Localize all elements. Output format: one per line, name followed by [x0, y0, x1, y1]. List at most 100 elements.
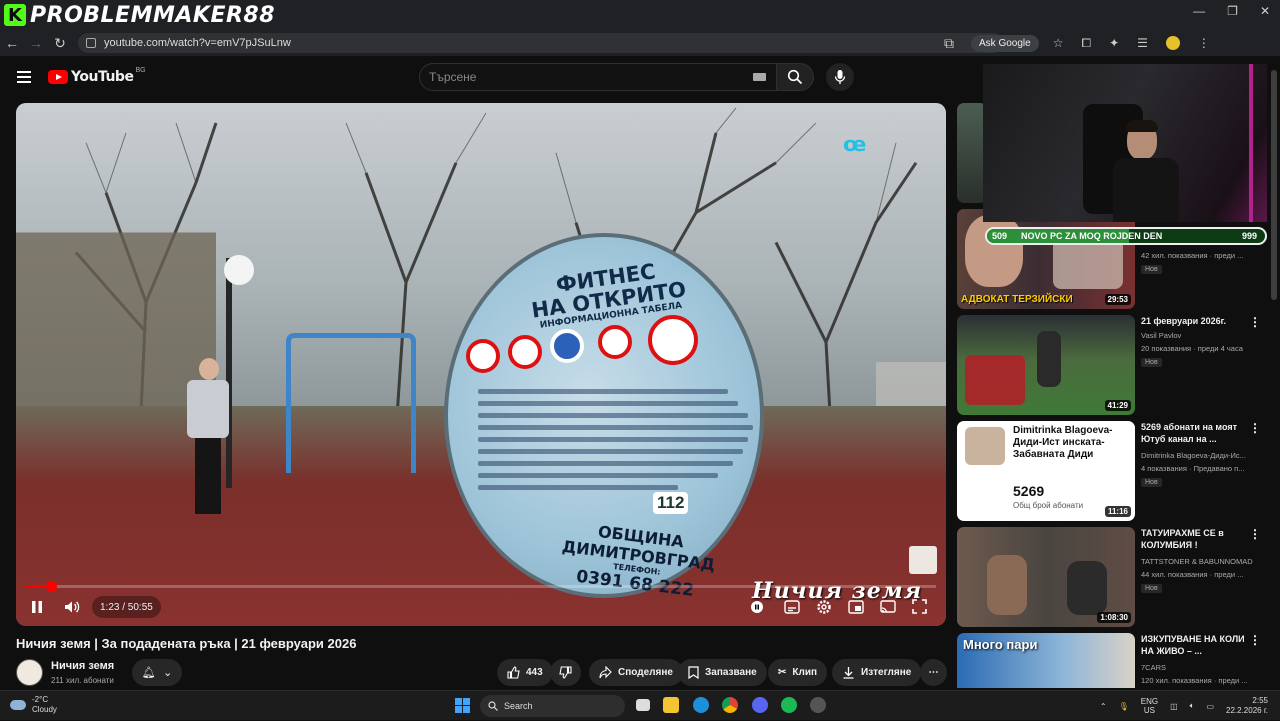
- more-options-icon[interactable]: ⋮: [1249, 527, 1261, 541]
- pause-icon[interactable]: [30, 600, 44, 614]
- search-icon: [787, 69, 803, 85]
- subtitles-icon[interactable]: [784, 600, 800, 614]
- speaker-icon[interactable]: 🔈︎: [1190, 701, 1195, 711]
- streamer-name: PROBLEMMAKER88: [30, 2, 276, 28]
- video-thumbnail[interactable]: Dimitrinka Blagoeva-Диди-Ист инската-Заб…: [957, 421, 1135, 521]
- volume-icon[interactable]: [64, 599, 80, 615]
- recommendation-item[interactable]: АДВОКАТ ТЕРЗИЙСКИ 29:53 42 хил. показван…: [957, 209, 1267, 309]
- video-meta: 120 хил. показвания · преди ...: [1141, 676, 1248, 685]
- spotify-icon[interactable]: [781, 697, 797, 713]
- fullscreen-icon[interactable]: [912, 599, 927, 614]
- thumbnail-caption: Много пари: [963, 637, 1038, 652]
- streamer-brand: K PROBLEMMAKER88: [0, 0, 275, 30]
- taskbar-search[interactable]: Search: [480, 695, 625, 717]
- stream-overlay-header: K PROBLEMMAKER88 — ❐ ✕: [0, 0, 1280, 30]
- no-walking-icon: [508, 335, 542, 369]
- voice-search-button[interactable]: [826, 63, 854, 91]
- progress-bar[interactable]: [26, 581, 936, 592]
- network-icon[interactable]: ◫: [1170, 702, 1178, 711]
- download-button[interactable]: Изтегляне: [832, 659, 922, 686]
- new-badge: Нов: [1141, 584, 1162, 593]
- chrome-icon[interactable]: [722, 697, 738, 713]
- page-scrollbar[interactable]: [1271, 70, 1277, 300]
- search-input[interactable]: Търсене: [419, 63, 777, 91]
- window-controls: — ❐ ✕: [1193, 4, 1270, 18]
- mic-tray-icon[interactable]: 🎙︎: [1119, 702, 1129, 711]
- system-clock[interactable]: 2:55 22.2.2026 г.: [1226, 696, 1268, 716]
- discord-icon[interactable]: [752, 697, 768, 713]
- profile-avatar-icon[interactable]: [1165, 35, 1180, 50]
- microphone-icon: [834, 70, 846, 84]
- like-button[interactable]: 443: [497, 659, 553, 686]
- more-horizontal-icon: ⋯: [928, 667, 939, 678]
- extensions-icon[interactable]: ⧠: [1081, 36, 1091, 51]
- channel-name[interactable]: Ничия земя: [51, 660, 114, 672]
- favorites-icon[interactable]: ✦: [1109, 36, 1119, 51]
- forward-icon[interactable]: →: [24, 35, 48, 51]
- video-thumbnail[interactable]: 41:29: [957, 315, 1135, 415]
- notification-bell-button[interactable]: 🔔︎ ⌄: [132, 659, 182, 686]
- battery-icon[interactable]: ▭: [1206, 702, 1214, 711]
- menu-kebab-icon[interactable]: ⋮: [1198, 36, 1210, 51]
- weather-widget[interactable]: -2°C Cloudy: [10, 695, 57, 715]
- scrubber-handle[interactable]: [45, 581, 57, 592]
- obs-icon[interactable]: [810, 697, 826, 713]
- card-label: Общ брой абонати: [1013, 501, 1084, 510]
- video-thumbnail[interactable]: 1:08:30: [957, 527, 1135, 627]
- restore-icon[interactable]: ❐: [1227, 4, 1238, 18]
- video-watermark: Ничия земя: [752, 578, 923, 604]
- minimize-icon[interactable]: —: [1193, 4, 1205, 18]
- video-title: ИЗКУПУВАНЕ НА КОЛИ НА ЖИВО – ...: [1141, 634, 1245, 656]
- cast-tv-icon[interactable]: [880, 600, 896, 614]
- more-actions-button[interactable]: ⋯: [920, 659, 947, 686]
- clip-button[interactable]: ✂ Клип: [768, 659, 828, 686]
- more-options-icon[interactable]: ⋮: [1249, 315, 1261, 329]
- recommendation-item[interactable]: Dimitrinka Blagoeva-Диди-Ист инската-Заб…: [957, 421, 1267, 521]
- video-meta: 4 показвания · Предавано п...: [1141, 464, 1245, 473]
- language-indicator[interactable]: ENG US: [1141, 697, 1158, 715]
- more-options-icon[interactable]: ⋮: [1249, 633, 1261, 647]
- ask-google-button[interactable]: Ask Google: [971, 34, 1039, 52]
- channel-name: Vasil Pavlov: [1141, 331, 1182, 340]
- guide-menu-icon[interactable]: [17, 71, 31, 83]
- save-button[interactable]: Запазване: [678, 659, 767, 686]
- youtube-play-icon: [48, 70, 68, 84]
- system-tray: ⌃ 🎙︎ ENG US ◫ 🔈︎ ▭ 2:55 22.2.2026 г.: [1100, 691, 1280, 721]
- channel-avatar[interactable]: [16, 659, 43, 686]
- back-icon[interactable]: ←: [0, 35, 24, 51]
- reading-list-icon[interactable]: ☰: [1137, 36, 1148, 51]
- new-badge: Нов: [1141, 478, 1162, 487]
- chevron-down-icon: ⌄: [163, 667, 173, 679]
- reload-icon[interactable]: ↻: [48, 35, 72, 52]
- edge-icon[interactable]: [693, 697, 709, 713]
- video-player[interactable]: ꟹ ФИТНЕС НА ОТКРИТО ИНФОРМАЦИОННА ТАБЕЛА…: [16, 103, 946, 626]
- browser-toolbar: ← → ↻ youtube.com/watch?v=emV7pJSuLnw ⧉ …: [0, 30, 1280, 56]
- task-view-icon[interactable]: [636, 699, 650, 711]
- file-explorer-icon[interactable]: [663, 697, 679, 713]
- weather-condition: Cloudy: [32, 705, 57, 714]
- streamer: [1113, 120, 1183, 222]
- autoplay-toggle-icon[interactable]: [750, 600, 764, 614]
- bookmark-star-icon[interactable]: ☆: [1053, 36, 1064, 51]
- share-button[interactable]: Споделяне: [589, 659, 683, 686]
- video-thumbnail[interactable]: Много пари: [957, 633, 1135, 688]
- tray-overflow-chevron-icon[interactable]: ⌃: [1100, 702, 1107, 711]
- dislike-button[interactable]: [550, 659, 581, 686]
- recommendation-item[interactable]: 41:29 21 февруари 2026г. Vasil Pavlov 20…: [957, 315, 1267, 415]
- start-button-icon[interactable]: [455, 698, 470, 713]
- emergency-number: 112: [653, 492, 689, 514]
- recommendation-item[interactable]: 1:08:30 ТАТУИРАХМЕ СЕ в КОЛУМБИЯ ! TATTS…: [957, 527, 1267, 627]
- search-button[interactable]: [776, 63, 814, 91]
- close-icon[interactable]: ✕: [1260, 4, 1270, 18]
- address-bar[interactable]: youtube.com/watch?v=emV7pJSuLnw: [78, 33, 1003, 53]
- video-thumbnail[interactable]: АДВОКАТ ТЕРЗИЙСКИ 29:53: [957, 209, 1135, 309]
- cast-icon[interactable]: ⧉: [937, 35, 961, 52]
- settings-gear-icon[interactable]: [816, 599, 832, 615]
- more-options-icon[interactable]: ⋮: [1249, 421, 1261, 435]
- miniplayer-icon[interactable]: [848, 600, 864, 614]
- keyboard-icon[interactable]: [753, 73, 766, 81]
- site-info-icon[interactable]: [86, 38, 96, 48]
- recommendation-item[interactable]: Много пари ИЗКУПУВАНЕ НА КОЛИ НА ЖИВО – …: [957, 633, 1267, 688]
- bookmark-icon: [688, 666, 699, 679]
- youtube-logo[interactable]: YouTube BG: [48, 67, 146, 85]
